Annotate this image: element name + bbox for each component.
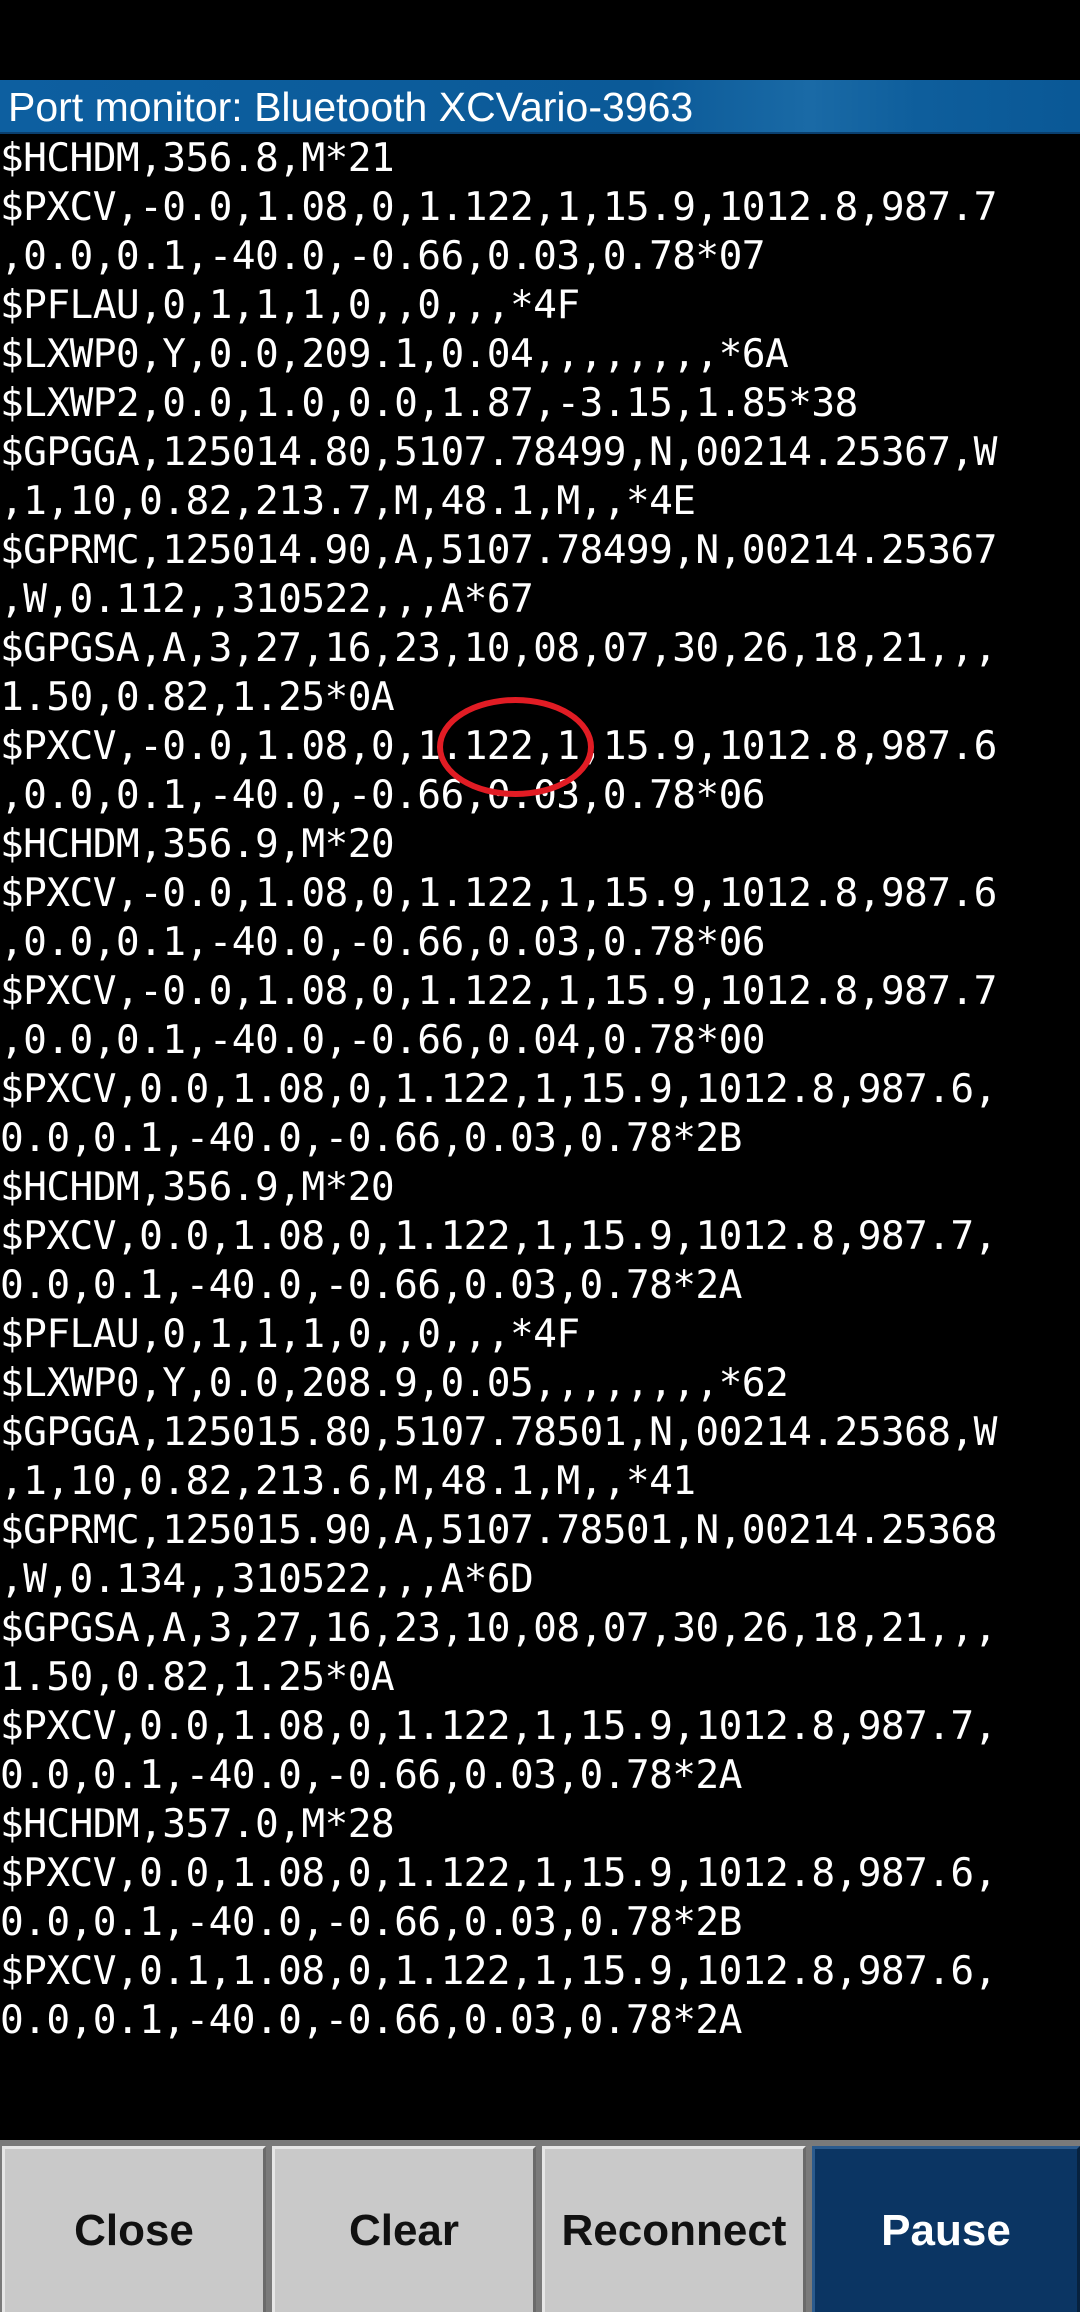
log-line: ,0.0,0.1,-40.0,-0.66,0.03,0.78*06 — [0, 919, 766, 965]
log-line: ,1,10,0.82,213.7,M,48.1,M,,*4E — [0, 478, 696, 524]
log-line: $GPRMC,125014.90,A,5107.78499,N,00214.25… — [0, 527, 997, 573]
log-line: 0.0,0.1,-40.0,-0.66,0.03,0.78*2B — [0, 1899, 742, 1945]
log-line: $GPGGA,125014.80,5107.78499,N,00214.2536… — [0, 429, 997, 475]
log-line: $PFLAU,0,1,1,1,0,,0,,,*4F — [0, 282, 580, 328]
log-line: 1.50,0.82,1.25*0A — [0, 1654, 395, 1700]
log-line: ,0.0,0.1,-40.0,-0.66,0.04,0.78*00 — [0, 1017, 766, 1063]
log-line: 0.0,0.1,-40.0,-0.66,0.03,0.78*2A — [0, 1752, 742, 1798]
log-line: $HCHDM,356.8,M*21 — [0, 135, 395, 181]
log-line: 0.0,0.1,-40.0,-0.66,0.03,0.78*2A — [0, 1997, 742, 2043]
log-line: 0.0,0.1,-40.0,-0.66,0.03,0.78*2B — [0, 1115, 742, 1161]
log-line: $GPGSA,A,3,27,16,23,10,08,07,30,26,18,21… — [0, 625, 997, 671]
log-line: $PXCV,0.0,1.08,0,1.122,1,15.9,1012.8,987… — [0, 1213, 997, 1259]
log-line: ,W,0.134,,310522,,,A*6D — [0, 1556, 534, 1602]
window-title-bar: Port monitor: Bluetooth XCVario-3963 — [0, 80, 1080, 134]
log-line: 0.0,0.1,-40.0,-0.66,0.03,0.78*2A — [0, 1262, 742, 1308]
close-button[interactable]: Close — [2, 2146, 266, 2312]
window-title: Port monitor: Bluetooth XCVario-3963 — [8, 84, 694, 130]
log-line: $HCHDM,356.9,M*20 — [0, 1164, 395, 1210]
log-line: ,0.0,0.1,-40.0,-0.66,0.03,0.78*07 — [0, 233, 766, 279]
log-line: $PXCV,-0.0,1.08,0,1.122,1,15.9,1012.8,98… — [0, 968, 997, 1014]
log-line: ,1,10,0.82,213.6,M,48.1,M,,*41 — [0, 1458, 696, 1504]
log-line: ,0.0,0.1,-40.0,-0.66,0.03,0.78*06 — [0, 772, 766, 818]
log-line: $LXWP0,Y,0.0,209.1,0.04,,,,,,,,*6A — [0, 331, 789, 377]
status-bar — [0, 0, 1080, 80]
log-line: $PXCV,-0.0,1.08,0,1.122,1,15.9,1012.8,98… — [0, 870, 997, 916]
port-monitor-log[interactable]: $HCHDM,356.8,M*21 $PXCV,-0.0,1.08,0,1.122… — [0, 134, 1080, 2124]
log-line: $PXCV,0.0,1.08,0,1.122,1,15.9,1012.8,987… — [0, 1850, 997, 1896]
log-line: 1.50,0.82,1.25*0A — [0, 674, 395, 720]
reconnect-button[interactable]: Reconnect — [542, 2146, 806, 2312]
log-line: $PFLAU,0,1,1,1,0,,0,,,*4F — [0, 1311, 580, 1357]
pause-button[interactable]: Pause — [812, 2146, 1080, 2312]
log-line: $LXWP2,0.0,1.0,0.0,1.87,-3.15,1.85*38 — [0, 380, 858, 426]
button-bar: Close Clear Reconnect Pause — [0, 2140, 1080, 2312]
log-line: $LXWP0,Y,0.0,208.9,0.05,,,,,,,,*62 — [0, 1360, 789, 1406]
log-line: $GPGGA,125015.80,5107.78501,N,00214.2536… — [0, 1409, 997, 1455]
log-line: $PXCV,0.0,1.08,0,1.122,1,15.9,1012.8,987… — [0, 1066, 997, 1112]
clear-button[interactable]: Clear — [272, 2146, 536, 2312]
log-line: ,W,0.112,,310522,,,A*67 — [0, 576, 534, 622]
log-line: $GPGSA,A,3,27,16,23,10,08,07,30,26,18,21… — [0, 1605, 997, 1651]
log-line: $HCHDM,356.9,M*20 — [0, 821, 395, 867]
log-line: $PXCV,0.0,1.08,0,1.122,1,15.9,1012.8,987… — [0, 1703, 997, 1749]
log-line: $GPRMC,125015.90,A,5107.78501,N,00214.25… — [0, 1507, 997, 1553]
log-line: $PXCV,0.1,1.08,0,1.122,1,15.9,1012.8,987… — [0, 1948, 997, 1994]
log-line: $HCHDM,357.0,M*28 — [0, 1801, 395, 1847]
log-line: $PXCV,-0.0,1.08,0,1.122,1,15.9,1012.8,98… — [0, 184, 997, 230]
log-line: $PXCV,-0.0,1.08,0,1.122,1,15.9,1012.8,98… — [0, 723, 997, 769]
